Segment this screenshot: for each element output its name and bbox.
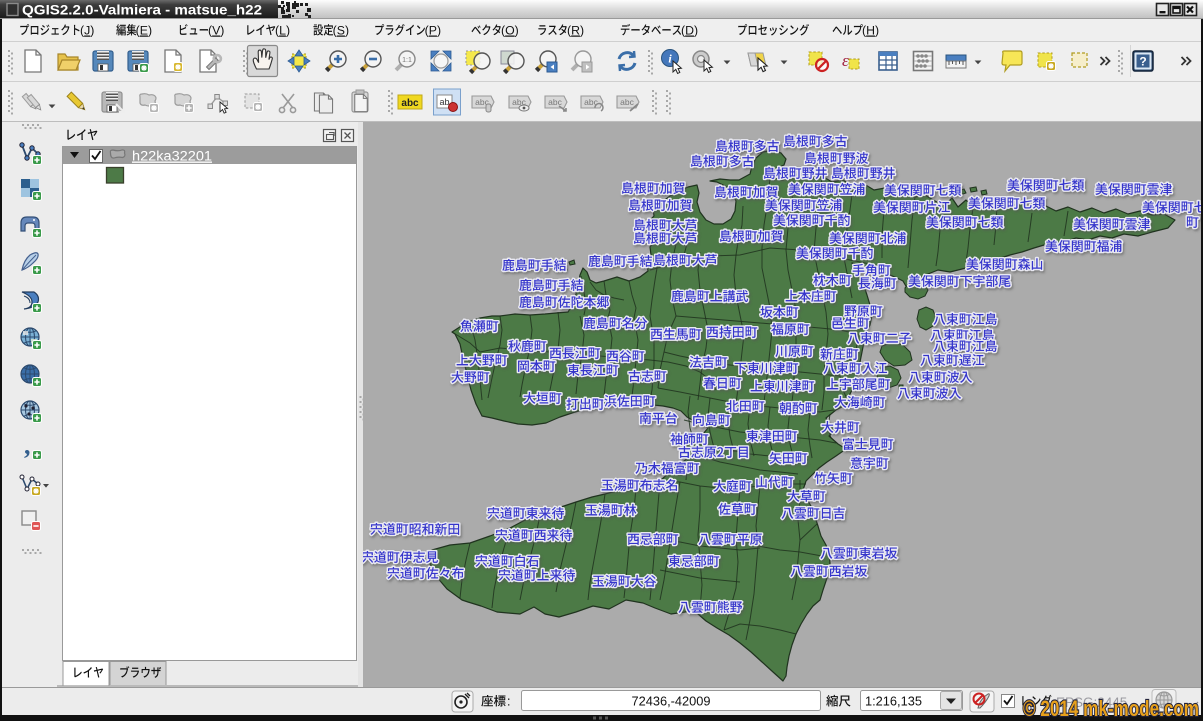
svg-text:ε: ε (842, 51, 849, 70)
svg-text:QGIS2.2.0-Valmiera - matsue_h2: QGIS2.2.0-Valmiera - matsue_h22 (22, 3, 262, 18)
svg-text:(S): (S) (333, 24, 349, 38)
svg-text:?: ? (1139, 55, 1146, 69)
svg-text:(D): (D) (681, 24, 698, 38)
svg-text:abc: abc (548, 97, 562, 107)
svg-text:abc: abc (584, 97, 598, 107)
svg-text:h22ka32201: h22ka32201 (132, 149, 212, 164)
svg-text:(O): (O) (501, 24, 519, 38)
svg-text:(L): (L) (275, 24, 290, 38)
svg-text:1:1: 1:1 (402, 57, 412, 64)
svg-text:(H): (H) (862, 24, 879, 38)
svg-text::: : (507, 695, 510, 709)
svg-text:abc: abc (620, 97, 634, 107)
svg-text:© 2014 mk-mode.com: © 2014 mk-mode.com (1023, 696, 1199, 721)
svg-text:1:216,135: 1:216,135 (865, 694, 922, 709)
svg-text:ab: ab (439, 97, 449, 107)
svg-text:(E): (E) (136, 24, 152, 38)
svg-text:(V): (V) (208, 24, 224, 38)
svg-text:,: , (24, 431, 31, 460)
svg-text:(P): (P) (425, 24, 441, 38)
svg-text:72436,-42009: 72436,-42009 (632, 694, 711, 709)
svg-text:(J): (J) (80, 24, 94, 38)
svg-text:abc: abc (401, 98, 419, 109)
svg-text:(R): (R) (567, 24, 584, 38)
